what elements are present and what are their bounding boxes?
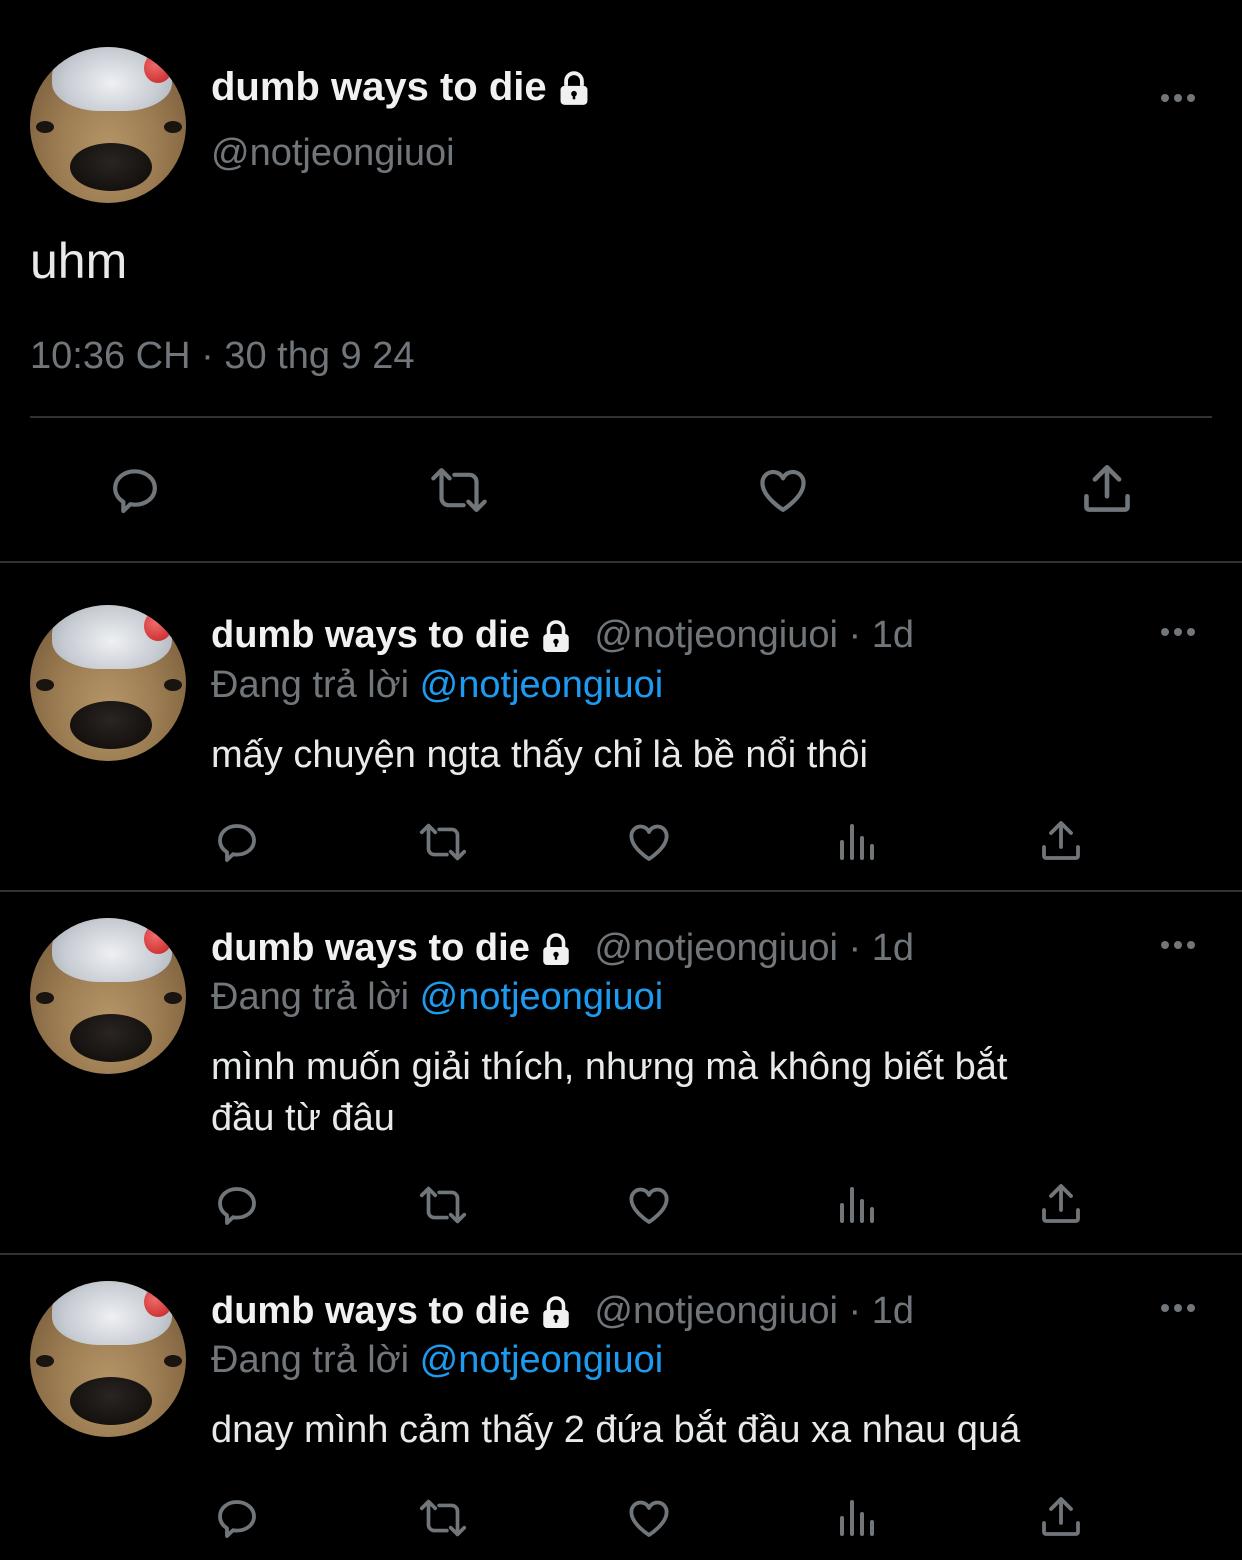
reply-header: dumb ways to die @notjeongiuoi · 1d <box>211 925 914 971</box>
tweet-divider <box>0 890 1242 892</box>
share-button[interactable] <box>1037 816 1085 866</box>
share-upload-icon <box>1042 821 1080 860</box>
share-button[interactable] <box>1078 460 1136 518</box>
avatar[interactable] <box>30 1281 186 1437</box>
heart-icon <box>629 824 669 861</box>
retweet-button[interactable] <box>414 818 472 866</box>
views-button[interactable] <box>832 818 880 866</box>
retweet-icon <box>419 823 467 861</box>
tweet-divider <box>0 1253 1242 1255</box>
views-button[interactable] <box>832 1494 880 1542</box>
like-button[interactable] <box>625 1181 673 1229</box>
replying-label: Đang trả lời <box>211 664 410 706</box>
share-button[interactable] <box>1037 1179 1085 1229</box>
reply-text-line: mình muốn giải thích, nhưng mà không biế… <box>211 1046 1008 1088</box>
lock-icon <box>555 70 593 108</box>
tweet-text: uhm <box>30 233 128 289</box>
reply-button[interactable] <box>213 818 261 866</box>
replying-to-link[interactable]: @notjeongiuoi <box>420 1339 664 1381</box>
avatar[interactable] <box>30 605 186 761</box>
lock-icon <box>538 619 574 655</box>
tweet-divider <box>0 561 1242 563</box>
bar-chart-icon <box>840 1500 874 1536</box>
retweet-button[interactable] <box>414 1181 472 1229</box>
speech-bubble-icon <box>218 1500 256 1538</box>
replying-label: Đang trả lời <box>211 976 410 1018</box>
more-dots-icon[interactable] <box>1161 94 1195 102</box>
like-button[interactable] <box>625 1494 673 1542</box>
display-name[interactable]: dumb ways to die <box>211 927 530 969</box>
avatar[interactable] <box>30 47 186 203</box>
heart-icon <box>629 1187 669 1224</box>
reply-button[interactable] <box>213 1181 261 1229</box>
handle[interactable]: @notjeongiuoi <box>211 131 455 175</box>
bar-chart-icon <box>840 824 874 860</box>
relative-time[interactable]: · 1d <box>848 614 913 656</box>
reply-button[interactable] <box>213 1494 261 1542</box>
reply-text-line: đầu từ đâu <box>211 1097 395 1139</box>
replying-to-link[interactable]: @notjeongiuoi <box>420 976 664 1018</box>
display-name-text[interactable]: dumb ways to die <box>211 65 547 109</box>
heart-icon <box>629 1500 669 1537</box>
retweet-button[interactable] <box>414 1494 472 1542</box>
replying-to: Đang trả lời @notjeongiuoi <box>211 974 663 1020</box>
avatar[interactable] <box>30 918 186 1074</box>
more-dots-icon[interactable] <box>1161 941 1195 949</box>
replying-label: Đang trả lời <box>211 1339 410 1381</box>
reply-text: mình muốn giải thích, nhưng mà không biế… <box>211 1042 1007 1144</box>
reply-header: dumb ways to die @notjeongiuoi · 1d <box>211 1288 914 1334</box>
speech-bubble-icon <box>218 1187 256 1225</box>
retweet-button[interactable] <box>424 462 494 518</box>
handle[interactable]: @notjeongiuoi <box>594 614 838 656</box>
bar-chart-icon <box>840 1187 874 1223</box>
divider <box>30 416 1212 418</box>
reply-button[interactable] <box>106 462 164 518</box>
timestamp[interactable]: 10:36 CH · 30 thg 9 24 <box>30 334 414 378</box>
replying-to: Đang trả lời @notjeongiuoi <box>211 1337 663 1383</box>
like-button[interactable] <box>625 818 673 866</box>
reply-header: dumb ways to die @notjeongiuoi · 1d <box>211 612 914 658</box>
display-name[interactable]: dumb ways to die <box>211 614 530 656</box>
more-dots-icon[interactable] <box>1161 1304 1195 1312</box>
speech-bubble-icon <box>218 824 256 862</box>
share-upload-icon <box>1042 1184 1080 1223</box>
display-name[interactable]: dumb ways to die <box>211 64 593 110</box>
retweet-icon <box>431 468 487 512</box>
reply-text-line: mấy chuyện ngta thấy chỉ là bề nổi thôi <box>211 734 868 776</box>
retweet-icon <box>419 1499 467 1537</box>
speech-bubble-icon <box>113 469 157 514</box>
handle[interactable]: @notjeongiuoi <box>594 927 838 969</box>
like-button[interactable] <box>754 462 812 518</box>
heart-icon <box>760 469 806 512</box>
replying-to-link[interactable]: @notjeongiuoi <box>420 664 664 706</box>
reply-text-line: dnay mình cảm thấy 2 đứa bắt đầu xa nhau… <box>211 1409 1021 1451</box>
relative-time[interactable]: · 1d <box>848 927 913 969</box>
retweet-icon <box>419 1186 467 1224</box>
replying-to: Đang trả lời @notjeongiuoi <box>211 662 663 708</box>
views-button[interactable] <box>832 1181 880 1229</box>
handle[interactable]: @notjeongiuoi <box>594 1290 838 1332</box>
share-upload-icon <box>1042 1497 1080 1536</box>
reply-text: dnay mình cảm thấy 2 đứa bắt đầu xa nhau… <box>211 1405 1020 1455</box>
display-name[interactable]: dumb ways to die <box>211 1290 530 1332</box>
more-dots-icon[interactable] <box>1161 628 1195 636</box>
share-button[interactable] <box>1037 1492 1085 1542</box>
lock-icon <box>538 1295 574 1331</box>
reply-text: mấy chuyện ngta thấy chỉ là bề nổi thôi <box>211 730 868 780</box>
relative-time[interactable]: · 1d <box>848 1290 913 1332</box>
share-upload-icon <box>1084 464 1130 512</box>
lock-icon <box>538 932 574 968</box>
